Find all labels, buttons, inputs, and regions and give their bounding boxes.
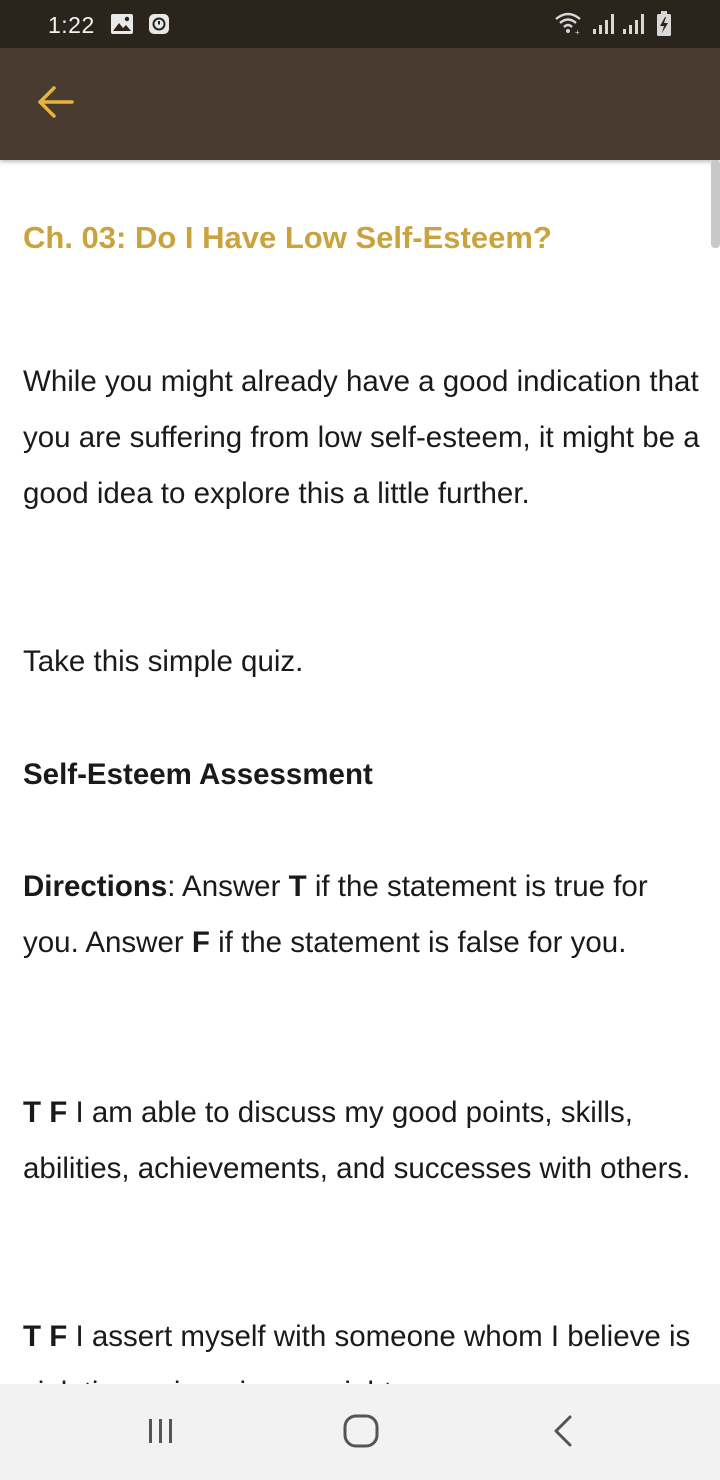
article-content[interactable]: Ch. 03: Do I Have Low Self-Esteem? While… [0,160,720,1384]
home-icon [342,1413,380,1454]
system-nav-bar [0,1384,720,1480]
scrollbar[interactable] [711,160,720,248]
recent-apps-button[interactable] [126,1398,196,1468]
app-bar [0,48,720,160]
image-icon [110,13,134,40]
status-time: 1:22 [48,12,95,38]
quiz-item-text: I assert myself with someone whom I beli… [23,1320,691,1384]
quiz-item: T F I assert myself with someone whom I … [23,1309,703,1384]
battery-charging-icon [656,11,672,42]
quiz-prompt: Take this simple quiz. [23,645,304,678]
directions-label: Directions [23,870,168,903]
signal-icon [592,12,618,41]
quiz-item-tf: T F [23,1096,68,1129]
directions-text: if the statement is false for you. [209,926,627,959]
true-marker: T [288,870,307,903]
svg-text:+: + [575,28,580,36]
system-back-button[interactable] [528,1398,598,1468]
alarm-icon [148,13,170,40]
quiz-item: T F I am able to discuss my good points,… [23,1085,703,1197]
assessment-heading: Self-Esteem Assessment [23,758,373,791]
chapter-title: Ch. 03: Do I Have Low Self-Esteem? [23,220,552,255]
quiz-item-tf: T F [23,1320,68,1353]
signal-icon [622,12,648,41]
intro-paragraph: While you might already have a good indi… [23,365,700,510]
directions-paragraph: Directions: Answer T if the statement is… [23,859,703,971]
recent-apps-icon [144,1416,178,1451]
directions-text: : Answer [167,870,289,903]
false-marker: F [191,926,210,959]
wifi-icon: + [553,10,585,41]
arrow-left-icon [36,84,76,125]
back-button[interactable] [26,74,86,134]
quiz-item-text: I am able to discuss my good points, ski… [23,1096,691,1185]
home-button[interactable] [326,1398,396,1468]
status-bar: 1:22 + [0,0,720,48]
back-chevron-icon [548,1413,578,1454]
